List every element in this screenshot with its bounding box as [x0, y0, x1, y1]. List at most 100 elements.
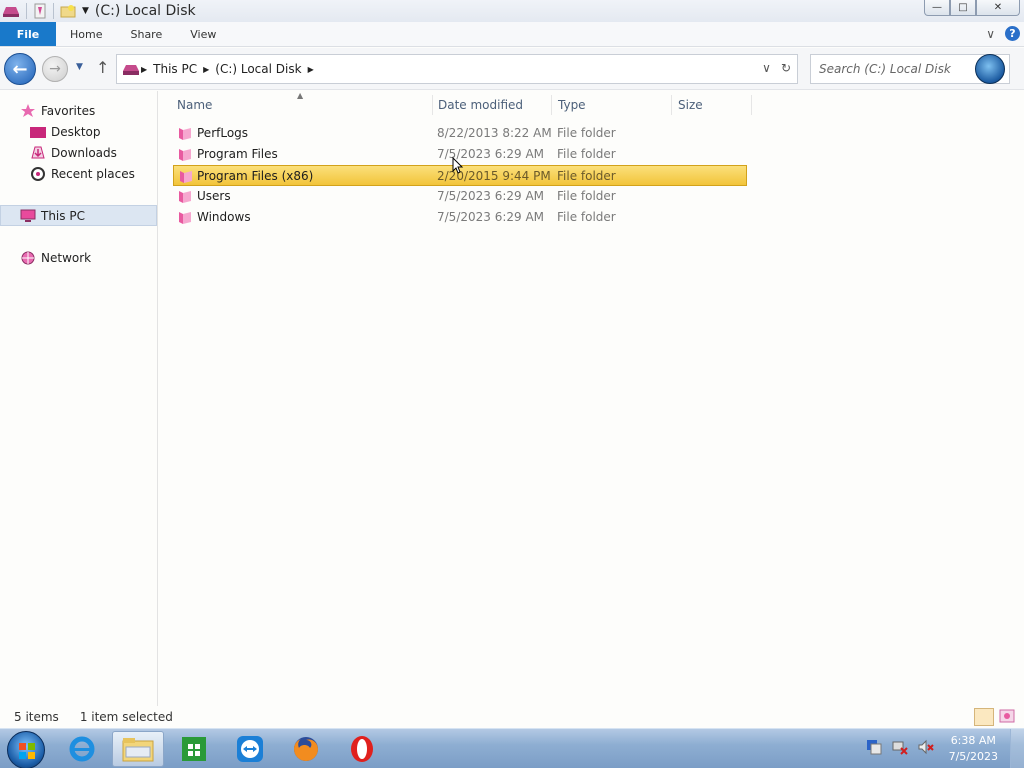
sidebar-item-downloads[interactable]: Downloads: [30, 143, 117, 163]
back-button[interactable]: ←: [4, 53, 36, 85]
file-date: 7/5/2023 6:29 AM: [437, 210, 545, 224]
sidebar-item-network[interactable]: Network: [20, 248, 91, 268]
column-header-type[interactable]: Type: [552, 95, 672, 115]
arrow-left-icon: ←: [12, 58, 28, 80]
ribbon-controls: ∨ ?: [986, 26, 1020, 41]
table-row[interactable]: PerfLogs 8/22/2013 8:22 AM File folder: [173, 123, 747, 144]
network-disconnected-icon[interactable]: [892, 739, 908, 755]
column-header-label: Type: [558, 98, 586, 112]
store-icon: [182, 737, 206, 761]
teamviewer-icon: [237, 736, 263, 762]
forward-button[interactable]: →: [42, 56, 68, 82]
folder-icon: [180, 171, 192, 183]
column-header-name[interactable]: Name: [171, 95, 433, 115]
sidebar-item-this-pc[interactable]: This PC: [0, 205, 157, 226]
minimize-button[interactable]: —: [924, 0, 950, 16]
clock-time: 6:38 AM: [950, 734, 996, 747]
table-row[interactable]: Windows 7/5/2023 6:29 AM File folder: [173, 207, 747, 228]
taskbar-teamviewer[interactable]: [224, 731, 276, 767]
new-folder-icon[interactable]: [60, 4, 76, 18]
ribbon-tabs: File Home Share View ∨ ?: [0, 22, 1024, 47]
tab-file[interactable]: File: [0, 22, 56, 46]
column-header-date-modified[interactable]: Date modified: [432, 95, 552, 115]
tab-home[interactable]: Home: [56, 22, 116, 46]
file-type: File folder: [557, 147, 616, 161]
search-box[interactable]: Search (C:) Local Disk: [810, 54, 1010, 84]
sidebar-item-label: Network: [41, 251, 92, 265]
file-name: Program Files: [197, 147, 278, 161]
star-icon: [20, 104, 36, 118]
customize-qat-icon[interactable]: ▼: [82, 6, 89, 16]
arrow-right-icon: →: [49, 61, 61, 77]
breadcrumb-separator-icon[interactable]: ▶: [203, 65, 209, 74]
file-type: File folder: [557, 210, 616, 224]
search-orb-icon[interactable]: [975, 54, 1005, 84]
file-date: 8/22/2013 8:22 AM: [437, 126, 552, 140]
help-icon[interactable]: ?: [1005, 26, 1020, 41]
properties-icon[interactable]: [33, 3, 47, 19]
taskbar-firefox[interactable]: [280, 731, 332, 767]
taskbar-file-explorer[interactable]: [112, 731, 164, 767]
separator: [53, 3, 54, 19]
system-clock[interactable]: 6:38 AM 7/5/2023: [949, 733, 998, 765]
window-controls: — □ ✕: [924, 0, 1020, 16]
details-view-icon[interactable]: [974, 708, 994, 726]
taskbar-opera[interactable]: [336, 731, 388, 767]
firefox-icon: [294, 737, 318, 761]
breadcrumb-local-disk[interactable]: (C:) Local Disk: [215, 62, 301, 76]
taskbar: 6:38 AM 7/5/2023: [0, 728, 1024, 768]
column-header-size[interactable]: Size: [672, 95, 752, 115]
taskbar-store[interactable]: [168, 731, 220, 767]
status-bar: 5 items 1 item selected: [0, 706, 1024, 728]
file-name: PerfLogs: [197, 126, 249, 140]
mouse-cursor-icon: [452, 157, 464, 174]
recent-locations-icon[interactable]: ▼: [76, 62, 83, 72]
quick-access-toolbar: ▼: [0, 0, 89, 22]
close-button[interactable]: ✕: [976, 0, 1020, 16]
drive-icon[interactable]: [2, 4, 20, 18]
file-name: Users: [197, 189, 231, 203]
volume-muted-icon[interactable]: [918, 739, 934, 755]
show-desktop-button[interactable]: [1010, 729, 1024, 768]
desktop-icon: [30, 125, 46, 139]
view-switcher: [974, 708, 1018, 726]
sidebar-item-favorites[interactable]: Favorites: [20, 101, 95, 121]
system-tray: [866, 739, 934, 755]
internet-explorer-icon: [69, 736, 95, 762]
network-icon: [20, 251, 36, 265]
sidebar-item-label: Favorites: [41, 104, 96, 118]
breadcrumb-this-pc[interactable]: This PC: [153, 62, 197, 76]
table-row[interactable]: Users 7/5/2023 6:29 AM File folder: [173, 186, 747, 207]
up-arrow-icon[interactable]: ↑: [96, 58, 109, 77]
address-dropdown-icon[interactable]: ∨: [762, 61, 771, 75]
sidebar-item-label: Desktop: [51, 125, 101, 139]
folder-icon: [179, 149, 191, 161]
item-count: 5 items: [14, 710, 59, 724]
sidebar-item-recent-places[interactable]: Recent places: [30, 164, 135, 184]
sidebar-item-desktop[interactable]: Desktop: [30, 122, 101, 142]
breadcrumb-separator-icon[interactable]: ▶: [141, 65, 147, 74]
opera-icon: [351, 736, 373, 762]
file-list: ▲ Name Date modified Type Size PerfLogs …: [159, 91, 1024, 706]
sidebar-item-label: Recent places: [51, 167, 135, 181]
expand-ribbon-icon[interactable]: ∨: [986, 27, 995, 41]
clock-date: 7/5/2023: [948, 750, 998, 763]
file-name: Windows: [197, 210, 251, 224]
tab-share[interactable]: Share: [116, 22, 176, 46]
file-type: File folder: [557, 126, 616, 140]
downloads-icon: [30, 146, 46, 160]
address-tools: ∨ ↻: [762, 61, 791, 75]
breadcrumb-separator-icon[interactable]: ▶: [308, 65, 314, 74]
refresh-icon[interactable]: ↻: [781, 61, 791, 75]
taskbar-internet-explorer[interactable]: [56, 731, 108, 767]
maximize-button[interactable]: □: [950, 0, 976, 16]
tab-view[interactable]: View: [176, 22, 230, 46]
language-icon[interactable]: [866, 739, 882, 755]
separator: [26, 3, 27, 19]
address-bar[interactable]: ▶ This PC ▶ (C:) Local Disk ▶ ∨ ↻: [116, 54, 798, 84]
large-icons-view-icon[interactable]: [998, 708, 1018, 726]
start-button[interactable]: [7, 731, 45, 768]
search-placeholder: Search (C:) Local Disk: [819, 62, 951, 76]
file-name: Program Files (x86): [197, 169, 314, 183]
title-bar: ▼ (C:) Local Disk — □ ✕: [0, 0, 1024, 22]
